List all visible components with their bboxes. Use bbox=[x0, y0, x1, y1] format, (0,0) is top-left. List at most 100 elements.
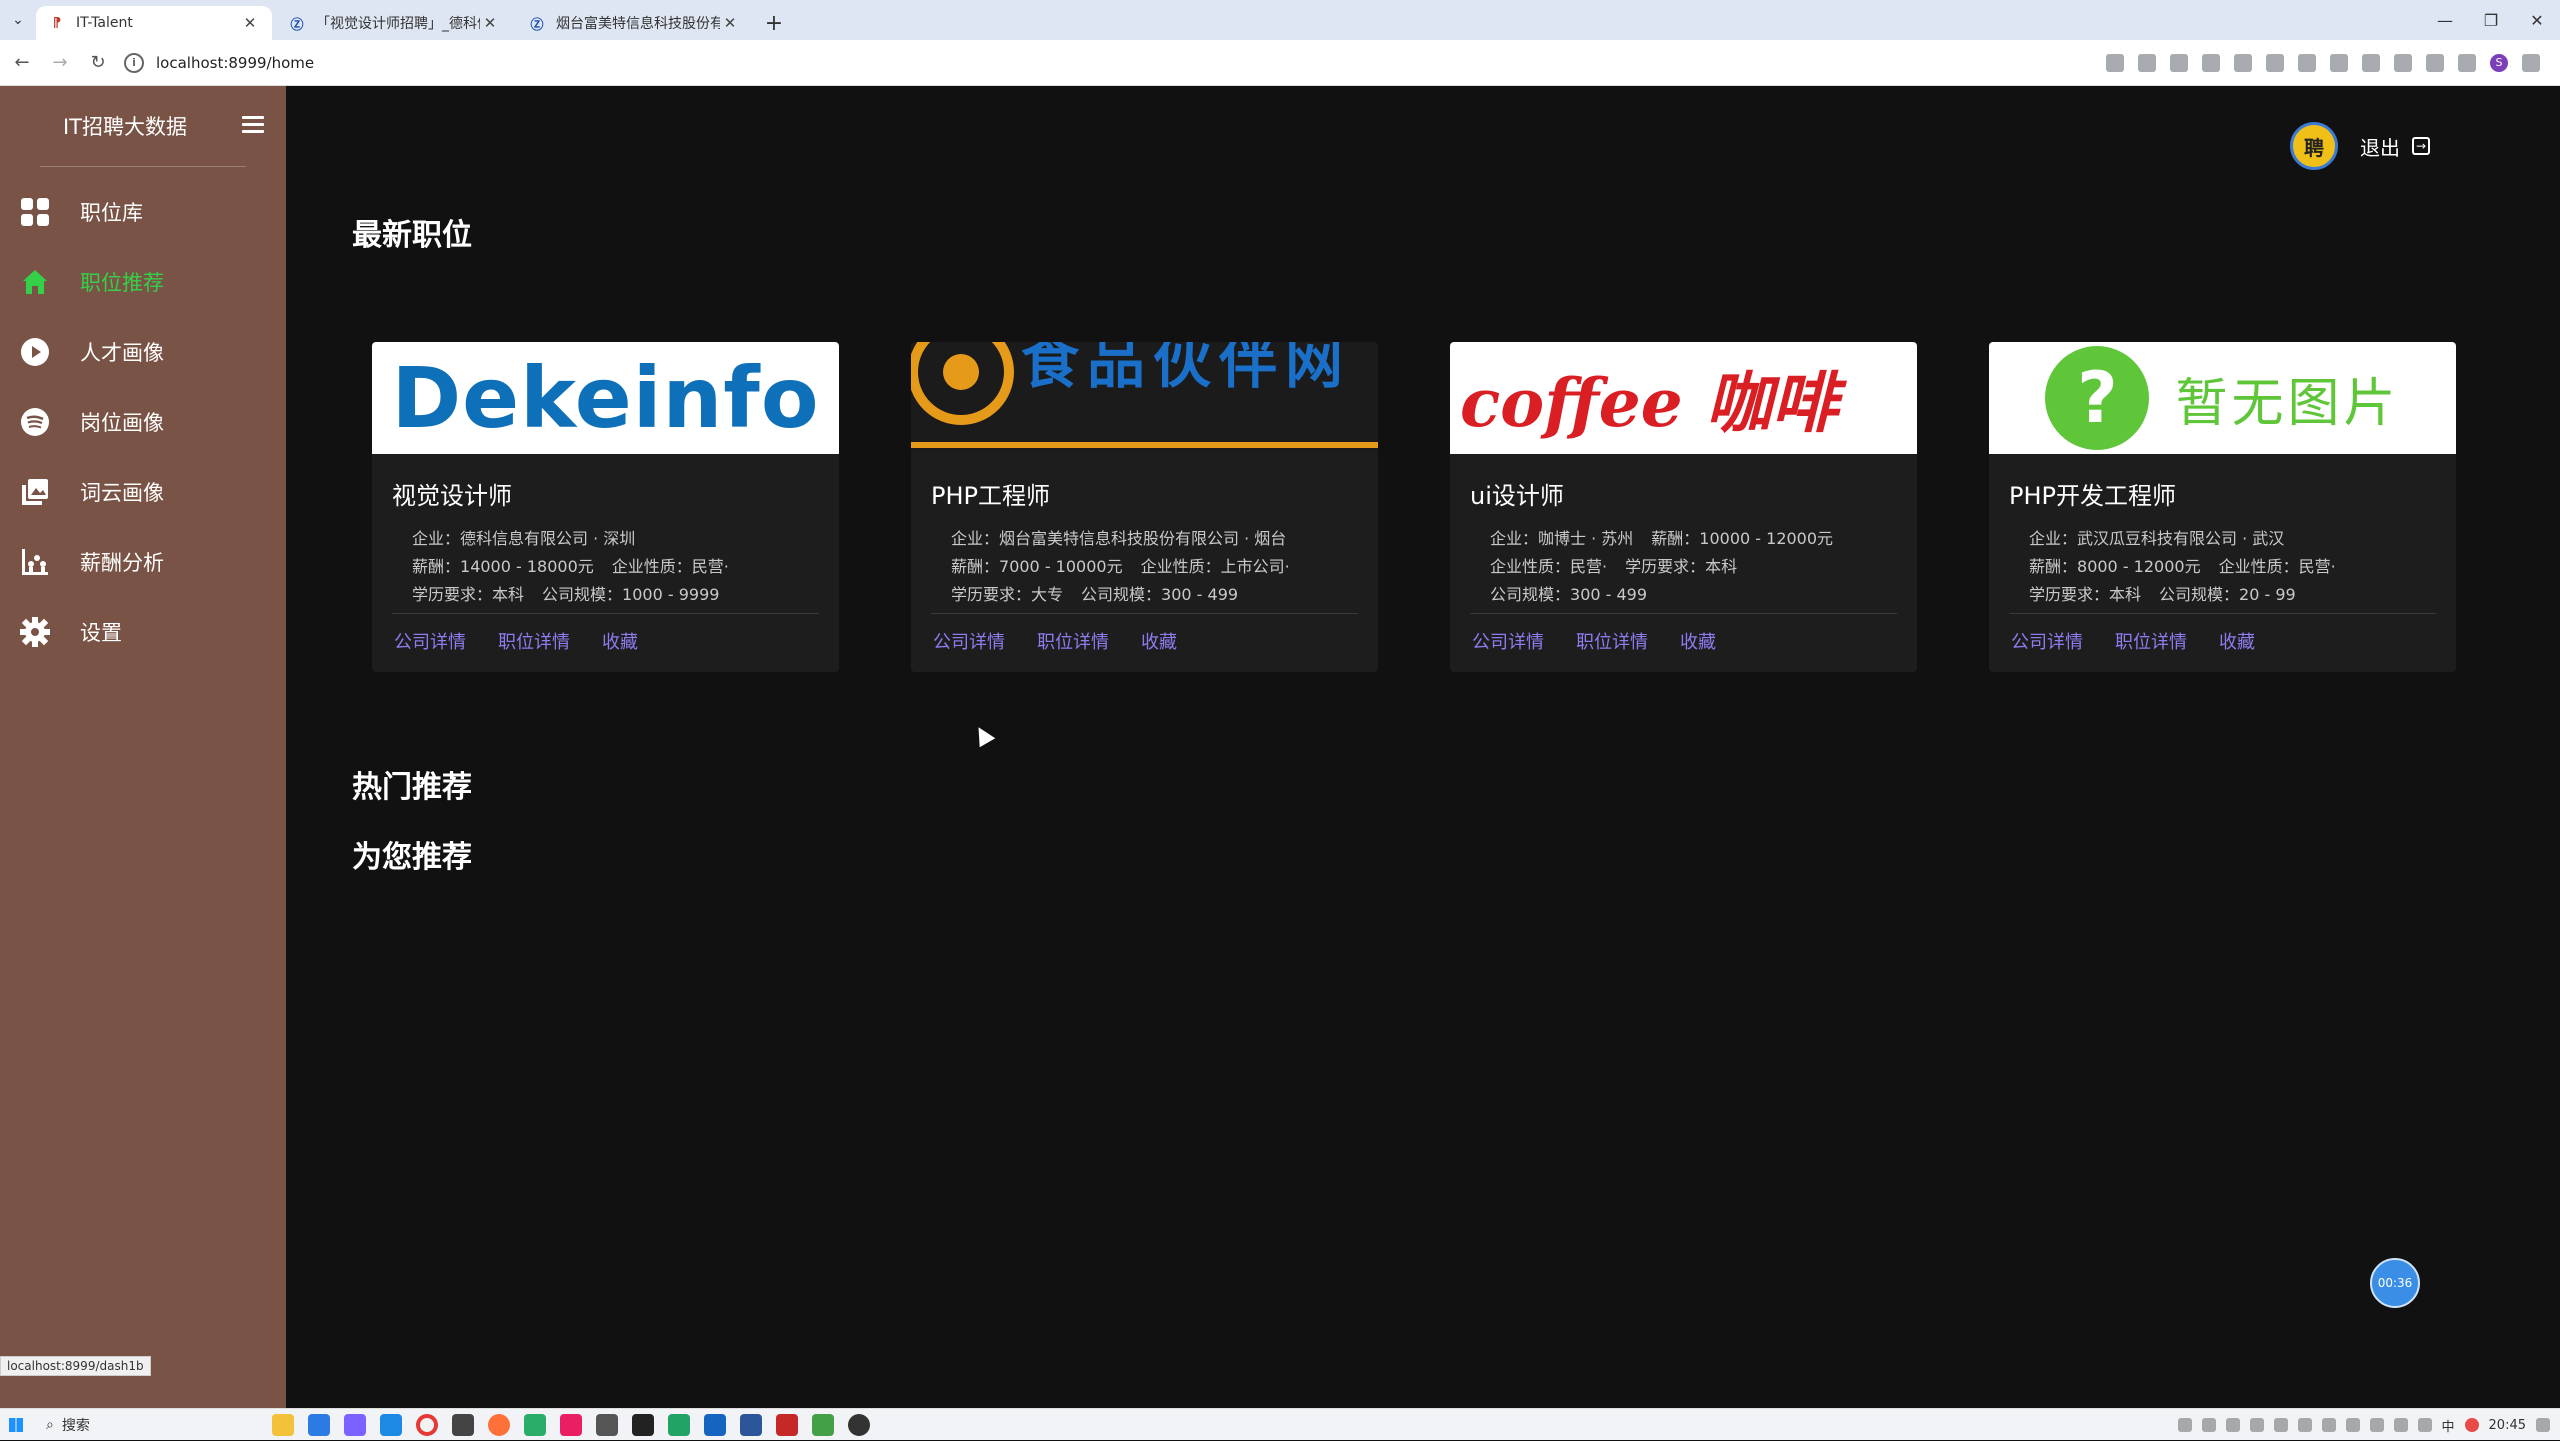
url-field[interactable]: i localhost:8999/home bbox=[124, 46, 2004, 80]
app-icon[interactable] bbox=[344, 1414, 366, 1436]
favorite-link[interactable]: 收藏 bbox=[2219, 628, 2255, 654]
label: 薪酬： bbox=[951, 557, 999, 576]
close-tab-icon[interactable]: ✕ bbox=[720, 14, 740, 32]
sidebar-item-salary-analysis[interactable]: 薪酬分析 bbox=[0, 527, 286, 597]
tray-chevron-icon[interactable] bbox=[2178, 1418, 2192, 1432]
forward-icon[interactable]: → bbox=[44, 47, 76, 79]
taskbar-search[interactable]: ⌕ 搜索 bbox=[32, 1409, 232, 1441]
close-tab-icon[interactable]: ✕ bbox=[240, 14, 260, 32]
file-explorer-icon[interactable] bbox=[272, 1414, 294, 1436]
sidebar-item-wordcloud[interactable]: 词云画像 bbox=[0, 457, 286, 527]
sidebar-item-job-library[interactable]: 职位库 bbox=[0, 177, 286, 247]
sidebar-item-talent-portrait[interactable]: 人才画像 bbox=[0, 317, 286, 387]
label: 企业： bbox=[951, 529, 999, 548]
job-detail-link[interactable]: 职位详情 bbox=[2115, 628, 2187, 654]
job-detail-link[interactable]: 职位详情 bbox=[498, 628, 570, 654]
word-icon[interactable] bbox=[740, 1414, 762, 1436]
sidebar-item-job-recommend[interactable]: 职位推荐 bbox=[0, 247, 286, 317]
extension-icon[interactable] bbox=[2394, 54, 2412, 72]
windows-start-icon[interactable] bbox=[0, 1409, 32, 1441]
browser-tab[interactable]: Ⓩ 烟台富美特信息科技股份有限 ✕ bbox=[516, 6, 752, 40]
extension-icon[interactable] bbox=[2362, 54, 2380, 72]
divider bbox=[931, 613, 1358, 614]
app-icon[interactable] bbox=[776, 1414, 798, 1436]
extension-icon[interactable] bbox=[2266, 54, 2284, 72]
zoom-icon[interactable] bbox=[2170, 54, 2188, 72]
job-detail-link[interactable]: 职位详情 bbox=[1576, 628, 1648, 654]
star-icon[interactable] bbox=[2202, 54, 2220, 72]
company-detail-link[interactable]: 公司详情 bbox=[933, 628, 1005, 654]
sidebar-item-label: 职位推荐 bbox=[80, 267, 164, 297]
app-icon[interactable] bbox=[560, 1414, 582, 1436]
new-tab-button[interactable]: + bbox=[756, 6, 792, 40]
ime-indicator[interactable]: 中 bbox=[2442, 1416, 2455, 1435]
browser-tab[interactable]: Ⓩ 「视觉设计师招聘」_德科信息 ✕ bbox=[276, 6, 512, 40]
favorite-link[interactable]: 收藏 bbox=[1680, 628, 1716, 654]
chrome-icon[interactable] bbox=[416, 1414, 438, 1436]
extension-icon[interactable] bbox=[2298, 54, 2316, 72]
company-detail-link[interactable]: 公司详情 bbox=[2011, 628, 2083, 654]
volume-icon[interactable] bbox=[2418, 1418, 2432, 1432]
label: 公司规模： bbox=[1081, 585, 1161, 604]
sidebar-item-position-portrait[interactable]: 岗位画像 bbox=[0, 387, 286, 457]
tray-app-icon[interactable] bbox=[2346, 1418, 2360, 1432]
network-icon[interactable] bbox=[2394, 1418, 2408, 1432]
translate-icon[interactable] bbox=[2138, 54, 2156, 72]
tray-app-icon[interactable] bbox=[2298, 1418, 2312, 1432]
app-icon[interactable] bbox=[308, 1414, 330, 1436]
app-icon[interactable] bbox=[704, 1414, 726, 1436]
kebab-menu-icon[interactable] bbox=[2522, 54, 2540, 72]
side-panel-icon[interactable] bbox=[2458, 54, 2476, 72]
close-tab-icon[interactable]: ✕ bbox=[480, 14, 500, 32]
clock[interactable]: 20:45 bbox=[2489, 1418, 2526, 1433]
tray-app-icon[interactable] bbox=[2250, 1418, 2264, 1432]
favorite-link[interactable]: 收藏 bbox=[602, 628, 638, 654]
ime-icon[interactable] bbox=[2465, 1418, 2479, 1432]
tray-app-icon[interactable] bbox=[2322, 1418, 2336, 1432]
logout-button[interactable]: 退出 → bbox=[2360, 132, 2430, 161]
site-info-icon[interactable]: i bbox=[124, 53, 144, 73]
close-window-icon[interactable]: ✕ bbox=[2514, 0, 2560, 40]
extension-icon[interactable] bbox=[2330, 54, 2348, 72]
page: IT招聘大数据 职位库 职位推荐 人才画像 岗位画像 bbox=[0, 86, 2560, 1408]
app-icon[interactable] bbox=[452, 1414, 474, 1436]
job-detail-link[interactable]: 职位详情 bbox=[1037, 628, 1109, 654]
profile-avatar[interactable]: S bbox=[2490, 54, 2508, 72]
reload-icon[interactable]: ↻ bbox=[82, 47, 114, 79]
tab-search-chevron-icon[interactable]: ⌄ bbox=[0, 0, 36, 40]
favorite-link[interactable]: 收藏 bbox=[1141, 628, 1177, 654]
timer-badge[interactable]: 00:36 bbox=[2370, 1258, 2420, 1308]
sidebar-item-settings[interactable]: 设置 bbox=[0, 597, 286, 667]
company-detail-link[interactable]: 公司详情 bbox=[394, 628, 466, 654]
value: 大专 bbox=[1031, 585, 1063, 604]
minimize-icon[interactable]: — bbox=[2422, 0, 2468, 40]
photo-stack-icon bbox=[20, 477, 50, 507]
logo-text: coffee 咖啡 bbox=[1460, 350, 1838, 446]
tray-app-icon[interactable] bbox=[2226, 1418, 2240, 1432]
value: 本科 bbox=[492, 585, 524, 604]
tray-app-icon[interactable] bbox=[2274, 1418, 2288, 1432]
app-icon[interactable] bbox=[380, 1414, 402, 1436]
extension-icon[interactable] bbox=[2234, 54, 2252, 72]
tray-app-icon[interactable] bbox=[2202, 1418, 2216, 1432]
firefox-icon[interactable] bbox=[488, 1414, 510, 1436]
company-detail-link[interactable]: 公司详情 bbox=[1472, 628, 1544, 654]
user-avatar[interactable]: 聘 bbox=[2290, 122, 2338, 170]
restore-icon[interactable]: ❐ bbox=[2468, 0, 2514, 40]
terminal-icon[interactable] bbox=[632, 1414, 654, 1436]
chart-icon bbox=[20, 547, 50, 577]
hamburger-menu-icon[interactable] bbox=[242, 116, 264, 137]
app-icon[interactable] bbox=[668, 1414, 690, 1436]
password-key-icon[interactable] bbox=[2106, 54, 2124, 72]
spotify-icon bbox=[20, 407, 50, 437]
tray-app-icon[interactable] bbox=[2370, 1418, 2384, 1432]
back-icon[interactable]: ← bbox=[6, 47, 38, 79]
education-line: 学历要求：大专公司规模：300 - 499 bbox=[931, 581, 1358, 609]
app-icon[interactable] bbox=[812, 1414, 834, 1436]
app-icon[interactable] bbox=[596, 1414, 618, 1436]
wechat-icon[interactable] bbox=[524, 1414, 546, 1436]
browser-tab-active[interactable]: ⁋ IT-Talent ✕ bbox=[36, 6, 272, 40]
notification-icon[interactable] bbox=[2536, 1418, 2550, 1432]
app-icon[interactable] bbox=[848, 1414, 870, 1436]
extensions-puzzle-icon[interactable] bbox=[2426, 54, 2444, 72]
